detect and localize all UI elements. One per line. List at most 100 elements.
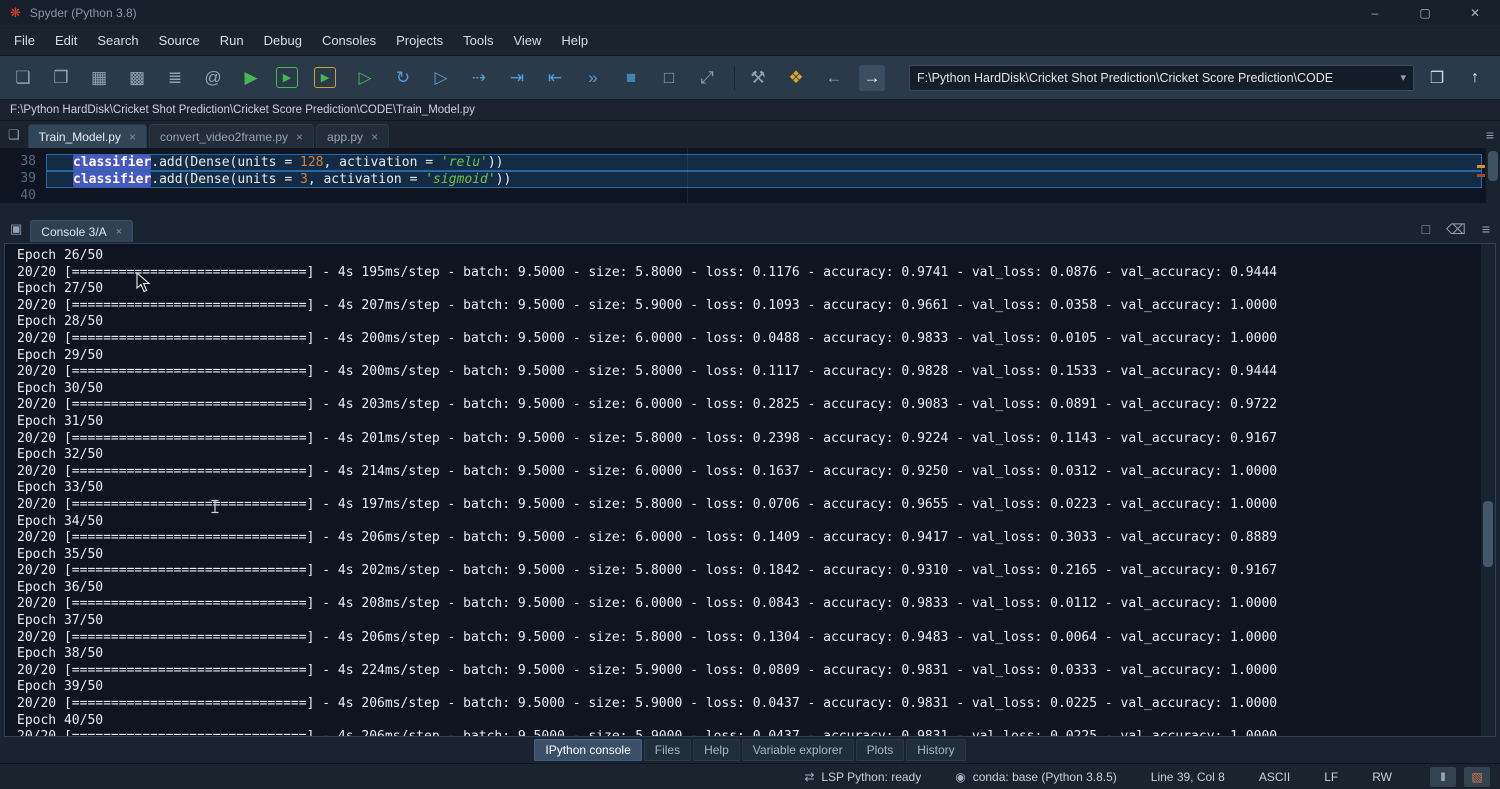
spyder-window: ❋ Spyder (Python 3.8) – ▢ ✕ FileEditSear… (0, 0, 1500, 789)
clear-console-icon[interactable]: ⌫ (1446, 221, 1466, 238)
menu-view[interactable]: View (503, 28, 551, 53)
back-icon[interactable]: ← (821, 65, 847, 91)
menu-projects[interactable]: Projects (386, 28, 453, 53)
status-label: conda: base (Python 3.8.5) (973, 770, 1117, 784)
image-icon[interactable]: ▧ (1464, 767, 1490, 787)
find-symbols-icon[interactable]: @ (200, 65, 226, 91)
pane-tab-plots[interactable]: Plots (856, 739, 905, 761)
close-icon[interactable]: × (296, 130, 303, 144)
menu-search[interactable]: Search (87, 28, 148, 53)
editor-scrollbar[interactable] (1486, 148, 1500, 203)
main-toolbar: ❏ ❒ ▦ ▩ ≣ @ ▶ ▶ ▶ ▷ ↻ ▷ ⇢ ⇥ ⇤ » ■ □ ⤢ ⚒ ❖ ← → F:\Python HardDi… (0, 56, 1500, 100)
editor-scrollbar-thumb[interactable] (1488, 151, 1498, 181)
working-directory-field[interactable]: F:\Python HardDisk\Cricket Shot Predicti… (909, 65, 1414, 91)
rerun-cell-icon[interactable]: ↻ (390, 65, 416, 91)
maximize-pane-icon[interactable]: □ (656, 65, 682, 91)
step-into-icon[interactable]: ⇥ (504, 65, 530, 91)
editor-tabs: Train_Model.py×convert_video2frame.py×ap… (28, 124, 391, 148)
pages-icon[interactable]: ≣ (162, 65, 188, 91)
console-line: 20/20 [==============================] -… (17, 696, 1481, 713)
console-output: Epoch 26/50 20/20 [======================… (5, 244, 1481, 736)
save-icon[interactable]: ▦ (86, 65, 112, 91)
pane-tab-history[interactable]: History (906, 739, 965, 761)
run-selection-icon[interactable]: ▷ (352, 65, 378, 91)
titlebar: ❋ Spyder (Python 3.8) – ▢ ✕ (0, 0, 1500, 25)
preferences-icon[interactable]: ⚒ (745, 65, 771, 91)
lsp-icon: ⇄ (804, 770, 814, 784)
code-token: classifier (73, 172, 151, 187)
open-file-icon[interactable]: ❒ (48, 65, 74, 91)
step-over-icon[interactable]: ⇢ (466, 65, 492, 91)
interrupt-kernel-icon[interactable]: □ (1422, 221, 1430, 238)
console-line: 20/20 [==============================] -… (17, 663, 1481, 680)
menu-run[interactable]: Run (210, 28, 254, 53)
run-cell-icon[interactable]: ▶ (276, 67, 298, 88)
parent-directory-icon[interactable]: ↑ (1460, 65, 1490, 91)
console-line: 20/20 [==============================] -… (17, 431, 1481, 448)
close-icon[interactable]: × (116, 226, 122, 238)
chevron-down-icon[interactable]: ▾ (1400, 71, 1406, 84)
console-scrollbar-thumb[interactable] (1483, 501, 1493, 567)
run-file-icon[interactable]: ▶ (238, 65, 264, 91)
run-cell-advance-icon[interactable]: ▶ (314, 67, 336, 88)
status-label: LSP Python: ready (821, 770, 921, 784)
fullscreen-icon[interactable]: ⤢ (694, 65, 720, 91)
line-number: 38 (0, 154, 46, 171)
menu-consoles[interactable]: Consoles (312, 28, 386, 53)
new-file-icon[interactable]: ❏ (10, 65, 36, 91)
menu-help[interactable]: Help (551, 28, 598, 53)
close-button[interactable]: ✕ (1450, 0, 1500, 25)
maximize-button[interactable]: ▢ (1400, 0, 1450, 25)
stop-debug-icon[interactable]: ■ (618, 65, 644, 91)
code-line: 38classifier.add(Dense(units = 128, acti… (0, 154, 1500, 171)
menu-edit[interactable]: Edit (45, 28, 87, 53)
console-line: 20/20 [==============================] -… (17, 331, 1481, 348)
column-guide (687, 148, 688, 203)
pane-tab-files[interactable]: Files (644, 739, 691, 761)
editor-tabbar: ❏ Train_Model.py×convert_video2frame.py×… (0, 121, 1500, 148)
console-line: Epoch 28/50 (17, 314, 1481, 331)
console-scrollbar[interactable] (1481, 244, 1495, 736)
pane-tab-help[interactable]: Help (693, 739, 740, 761)
console-toolbar-icons: □ ⌫ ≡ (1422, 221, 1490, 238)
console-line: Epoch 30/50 (17, 381, 1481, 398)
close-icon[interactable]: × (129, 130, 136, 144)
step-return-icon[interactable]: ⇤ (542, 65, 568, 91)
code-text (46, 188, 1482, 203)
console-line: Epoch 38/50 (17, 646, 1481, 663)
code-text: classifier.add(Dense(units = 128, activa… (46, 154, 1482, 171)
pane-tab-ipython-console[interactable]: IPython console (534, 739, 641, 761)
editor-options-menu-icon[interactable]: ≡ (1486, 127, 1494, 143)
options-menu-icon[interactable]: ≡ (1482, 221, 1490, 238)
close-icon[interactable]: × (371, 130, 378, 144)
code-editor[interactable]: 38classifier.add(Dense(units = 128, acti… (0, 148, 1500, 203)
code-line: 39classifier.add(Dense(units = 3, activa… (0, 171, 1500, 188)
console-line: Epoch 26/50 (17, 248, 1481, 265)
editor-tab-app-py[interactable]: app.py× (316, 124, 389, 148)
console-line: Epoch 37/50 (17, 613, 1481, 630)
save-all-icon[interactable]: ▩ (124, 65, 150, 91)
browse-tabs-icon[interactable]: ❏ (8, 127, 20, 143)
browse-directory-icon[interactable]: ❒ (1422, 65, 1452, 91)
ipython-console[interactable]: Epoch 26/50 20/20 [======================… (4, 243, 1496, 737)
pane-tab-variable-explorer[interactable]: Variable explorer (742, 739, 854, 761)
menu-tools[interactable]: Tools (453, 28, 503, 53)
console-tab[interactable]: Console 3/A × (30, 220, 133, 242)
menu-source[interactable]: Source (149, 28, 210, 53)
spyder-logo-icon: ❋ (10, 6, 21, 19)
continue-icon[interactable]: » (580, 65, 606, 91)
text-cursor (210, 499, 220, 519)
pause-icon[interactable]: ‖ (1430, 767, 1456, 787)
editor-tab-train-model-py[interactable]: Train_Model.py× (28, 124, 147, 148)
menu-debug[interactable]: Debug (254, 28, 312, 53)
editor-tab-convert-video2frame-py[interactable]: convert_video2frame.py× (149, 124, 314, 148)
minimize-button[interactable]: – (1350, 0, 1400, 25)
forward-icon[interactable]: → (859, 65, 885, 91)
code-token: classifier (73, 155, 151, 170)
menu-file[interactable]: File (4, 28, 45, 53)
code-token: , activation = (323, 155, 440, 170)
pane-splitter[interactable] (0, 203, 1500, 215)
debug-file-icon[interactable]: ▷ (428, 65, 454, 91)
pythonpath-icon[interactable]: ❖ (783, 65, 809, 91)
console-line: 20/20 [==============================] -… (17, 729, 1481, 736)
